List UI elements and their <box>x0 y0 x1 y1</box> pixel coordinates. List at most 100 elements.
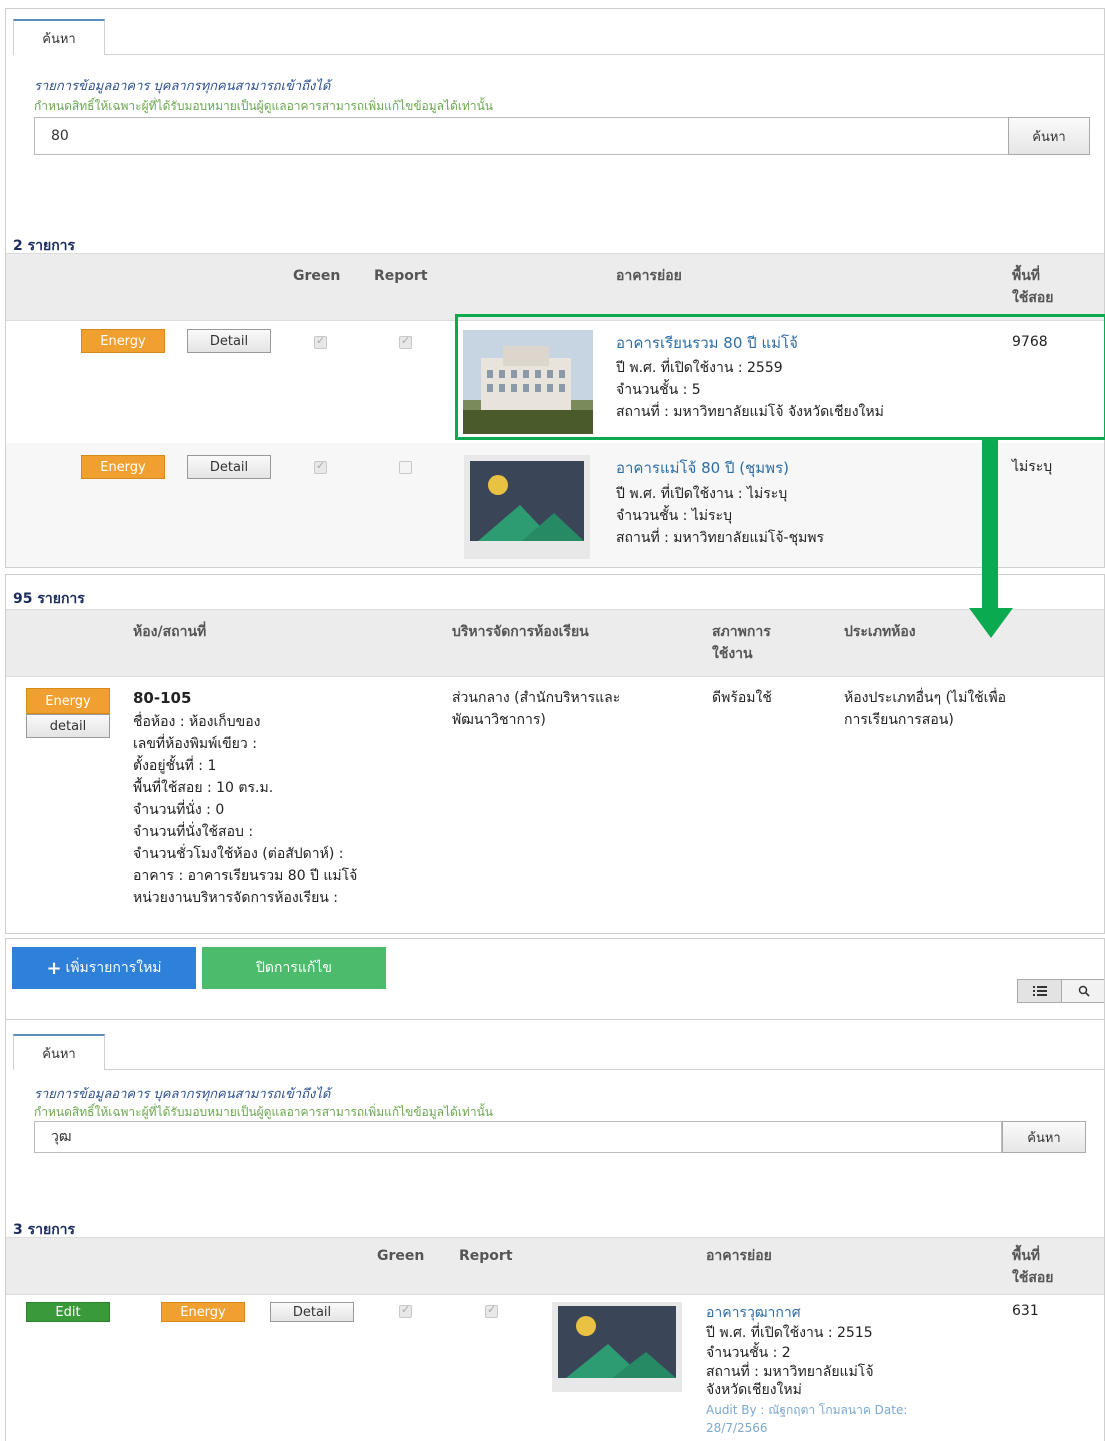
audit-info: Audit By : ณัฐกฤตา โกมลนาค Date: 28/7/25… <box>706 1401 907 1437</box>
room-type-line2: การเรียนการสอน) <box>844 712 954 728</box>
detail-button[interactable]: Detail <box>187 329 271 353</box>
header-status-line2: ใช้งาน <box>712 646 753 662</box>
building-photo <box>463 330 593 434</box>
plus-icon: + <box>46 957 62 979</box>
room-status: ดีพร้อมใช้ <box>712 690 772 706</box>
room-detail-line: จำนวนชั่วโมงใช้ห้อง (ต่อสัปดาห์) : <box>133 846 344 862</box>
header-room-type: ประเภทห้อง <box>844 624 916 640</box>
building-area: 631 <box>1012 1303 1039 1319</box>
energy-button[interactable]: Energy <box>81 455 165 479</box>
header-area-line2: ใช้สอย <box>1012 1270 1054 1286</box>
building-year: ปี พ.ศ. ที่เปิดใช้งาน : ไม่ระบุ <box>616 486 788 502</box>
header-room: ห้อง/สถานที่ <box>133 624 207 640</box>
add-new-label: เพิ่มรายการใหม่ <box>65 960 162 976</box>
room-manage: ส่วนกลาง (สำนักบริหารและ พัฒนาวิชาการ) <box>452 687 620 731</box>
room-detail-line: ชื่อห้อง : ห้องเก็บของ <box>133 714 261 730</box>
info-line-1: รายการข้อมูลอาคาร บุคลากรทุกคนสามารถเข้า… <box>34 79 331 94</box>
room-count: 95 รายการ <box>13 591 85 607</box>
header-area: พื้นที่ ใช้สอย <box>1012 1245 1054 1289</box>
header-status: สภาพการ ใช้งาน <box>712 621 771 665</box>
view-toggle-group <box>1017 979 1104 1003</box>
building-place: สถานที่ : มหาวิทยาลัยแม่โจ้-ชุมพร <box>616 530 825 546</box>
building-place: สถานที่ : มหาวิทยาลัยแม่โจ้ จังหวัดเชียง… <box>616 404 884 420</box>
room-type-line1: ห้องประเภทอื่นๆ (ไม่ใช้เพื่อ <box>844 690 1007 706</box>
detail-button[interactable]: detail <box>26 714 110 738</box>
close-edit-button[interactable]: ปิดการแก้ไข <box>202 947 386 989</box>
report-checkbox[interactable] <box>485 1303 498 1318</box>
report-checkbox[interactable] <box>399 334 412 349</box>
room-list-panel: 95 รายการ ห้อง/สถานที่ บริหารจัดการห้องเ… <box>5 574 1105 934</box>
building-floors: จำนวนชั้น : 2 <box>706 1345 791 1361</box>
add-new-button[interactable]: + เพิ่มรายการใหม่ <box>12 947 196 989</box>
header-report: Report <box>374 268 428 284</box>
energy-button[interactable]: Energy <box>81 329 165 353</box>
green-checkbox[interactable] <box>399 1303 412 1318</box>
energy-button[interactable]: Energy <box>26 688 110 714</box>
info-line-2: กำหนดสิทธิ์ให้เฉพาะผู้ที่ได้รับมอบหมายเป… <box>34 99 493 113</box>
building-area: 9768 <box>1012 334 1048 350</box>
energy-button[interactable]: Energy <box>161 1302 245 1322</box>
search-input[interactable]: 80 <box>34 117 1009 155</box>
room-details: ชื่อห้อง : ห้องเก็บของ เลขที่ห้องพิมพ์เข… <box>133 711 357 909</box>
edit-button[interactable]: Edit <box>26 1302 110 1322</box>
room-detail-line: เลขที่ห้องพิมพ์เขียว : <box>133 736 257 752</box>
info-line-2: กำหนดสิทธิ์ให้เฉพาะผู้ที่ได้รับมอบหมายเป… <box>34 1105 493 1119</box>
header-green: Green <box>377 1248 425 1264</box>
detail-button[interactable]: Detail <box>270 1302 354 1322</box>
building-search-panel: ค้นหา รายการข้อมูลอาคาร บุคลากรทุกคนสามา… <box>5 8 1105 568</box>
tab-search[interactable]: ค้นหา <box>13 19 105 55</box>
room-detail-line: หน่วยงานบริหารจัดการห้องเรียน : <box>133 890 339 906</box>
building-area: ไม่ระบุ <box>1012 459 1053 475</box>
building-name-link[interactable]: อาคารวุฒากาศ <box>706 1302 801 1324</box>
header-green: Green <box>293 268 341 284</box>
tab-search[interactable]: ค้นหา <box>13 1034 105 1070</box>
building-edit-panel: + เพิ่มรายการใหม่ ปิดการแก้ไข ค้นหา รายก… <box>5 938 1105 1441</box>
placeholder-image-icon <box>552 1302 682 1392</box>
report-checkbox[interactable] <box>399 461 412 474</box>
building-name-link[interactable]: อาคารเรียนรวม 80 ปี แม่โจ้ <box>616 331 798 355</box>
header-area-line2: ใช้สอย <box>1012 290 1054 306</box>
header-sub-building: อาคารย่อย <box>706 1248 772 1264</box>
green-checkbox[interactable] <box>314 459 327 474</box>
header-area-line1: พื้นที่ <box>1012 1248 1041 1264</box>
building-year: ปี พ.ศ. ที่เปิดใช้งาน : 2559 <box>616 360 783 376</box>
room-detail-line: ตั้งอยู่ชั้นที่ : 1 <box>133 758 217 774</box>
room-code: 80-105 <box>133 689 192 707</box>
search-input[interactable]: วุฒ <box>34 1121 1002 1153</box>
audit-line2: 28/7/2566 <box>706 1421 768 1435</box>
building-year: ปี พ.ศ. ที่เปิดใช้งาน : 2515 <box>706 1325 873 1341</box>
building-place-line1: สถานที่ : มหาวิทยาลัยแม่โจ้ <box>706 1364 874 1380</box>
search-icon[interactable] <box>1062 980 1104 1002</box>
table-header <box>6 1237 1104 1295</box>
header-manage: บริหารจัดการห้องเรียน <box>452 624 589 640</box>
header-status-line1: สภาพการ <box>712 624 771 640</box>
placeholder-image-icon <box>464 455 590 559</box>
room-detail-line: จำนวนที่นั่ง : 0 <box>133 802 225 818</box>
tab-divider <box>105 54 1104 55</box>
header-area: พื้นที่ ใช้สอย <box>1012 265 1054 309</box>
table-header <box>6 609 1104 677</box>
header-report: Report <box>459 1248 513 1264</box>
audit-line1: Audit By : ณัฐกฤตา โกมลนาค Date: <box>706 1403 908 1417</box>
room-detail-line: พื้นที่ใช้สอย : 10 ตร.ม. <box>133 780 274 796</box>
building-place-line2: จังหวัดเชียงใหม่ <box>706 1382 802 1398</box>
room-type: ห้องประเภทอื่นๆ (ไม่ใช้เพื่อ การเรียนการ… <box>844 687 1006 731</box>
list-view-icon[interactable] <box>1018 980 1062 1002</box>
building-floors: จำนวนชั้น : 5 <box>616 382 701 398</box>
info-line-1: รายการข้อมูลอาคาร บุคลากรทุกคนสามารถเข้า… <box>34 1087 331 1102</box>
header-sub-building: อาคารย่อย <box>616 268 682 284</box>
green-checkbox[interactable] <box>314 334 327 349</box>
detail-button[interactable]: Detail <box>187 455 271 479</box>
header-area-line1: พื้นที่ <box>1012 268 1041 284</box>
building-place: สถานที่ : มหาวิทยาลัยแม่โจ้ จังหวัดเชียง… <box>706 1363 874 1399</box>
toolbar-divider <box>6 1019 1104 1020</box>
search-button[interactable]: ค้นหา <box>1002 1121 1086 1153</box>
search-button[interactable]: ค้นหา <box>1008 117 1090 155</box>
room-detail-line: จำนวนที่นั่งใช้สอบ : <box>133 824 254 840</box>
room-manage-line2: พัฒนาวิชาการ) <box>452 712 546 728</box>
building-name-link[interactable]: อาคารแม่โจ้ 80 ปี (ชุมพร) <box>616 456 789 480</box>
room-detail-line: อาคาร : อาคารเรียนรวม 80 ปี แม่โจ้ <box>133 868 358 884</box>
room-manage-line1: ส่วนกลาง (สำนักบริหารและ <box>452 690 621 706</box>
tab-divider <box>105 1069 1104 1070</box>
building-floors: จำนวนชั้น : ไม่ระบุ <box>616 508 732 524</box>
